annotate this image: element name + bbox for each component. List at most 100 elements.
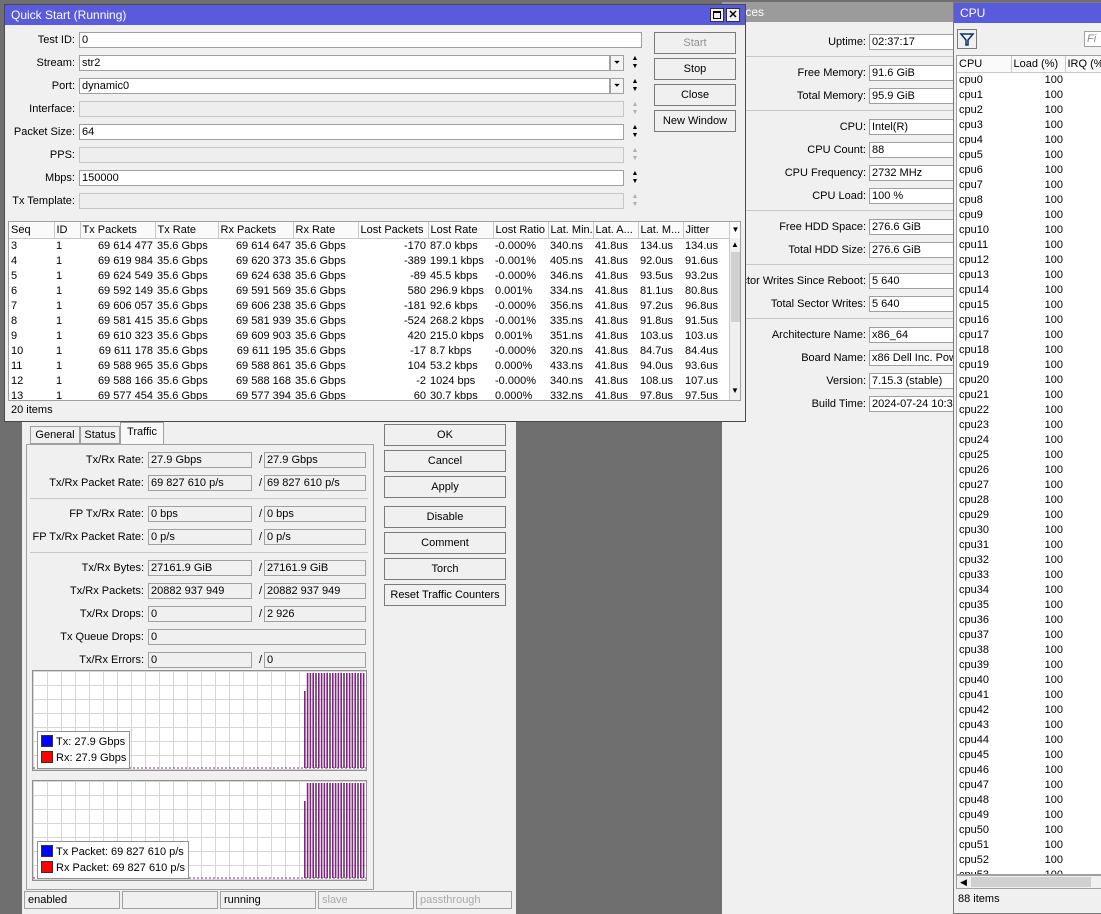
close-button[interactable]: Close	[654, 84, 736, 106]
table-row[interactable]: cpu48 100	[957, 793, 1101, 808]
pps-field[interactable]	[79, 147, 624, 163]
table-row[interactable]: 9 1 69 610 323 35.6 Gbps 69 609 903 35.6 Gbps…	[9, 329, 729, 344]
column-header[interactable]: Load (%)	[1011, 56, 1066, 73]
table-row[interactable]: cpu44 100	[957, 733, 1101, 748]
table-row[interactable]: cpu30 100	[957, 523, 1101, 538]
interface-field[interactable]	[79, 101, 624, 117]
start-button[interactable]: Start	[654, 32, 736, 54]
table-row[interactable]: cpu13 100	[957, 268, 1101, 283]
table-row[interactable]: cpu23 100	[957, 418, 1101, 433]
table-row[interactable]: cpu14 100	[957, 283, 1101, 298]
table-row[interactable]: cpu16 100	[957, 313, 1101, 328]
table-row[interactable]: cpu36 100	[957, 613, 1101, 628]
table-row[interactable]: cpu32 100	[957, 553, 1101, 568]
table-row[interactable]: cpu40 100	[957, 673, 1101, 688]
table-row[interactable]: 11 1 69 588 965 35.6 Gbps 69 588 861 35.6 Gbp…	[9, 359, 729, 374]
table-row[interactable]: cpu42 100	[957, 703, 1101, 718]
table-row[interactable]: 3 1 69 614 477 35.6 Gbps 69 614 647 35.6 Gbps…	[9, 238, 729, 254]
reset-traffic-counters-button[interactable]: Reset Traffic Counters	[384, 584, 506, 606]
column-header[interactable]: Jitter	[683, 222, 730, 239]
column-header[interactable]: Lat. A...	[593, 222, 639, 239]
table-row[interactable]: cpu41 100	[957, 688, 1101, 703]
table-row[interactable]: cpu0 100	[957, 72, 1101, 88]
scroll-thumb[interactable]	[731, 252, 740, 322]
table-row[interactable]: cpu19 100	[957, 358, 1101, 373]
table-row[interactable]: cpu12 100	[957, 253, 1101, 268]
up-down-icon[interactable]: ▲ ▼	[630, 170, 640, 186]
port-field[interactable]: dynamic0	[79, 78, 610, 94]
tab-general[interactable]: General	[30, 426, 80, 444]
table-row[interactable]: cpu20 100	[957, 373, 1101, 388]
filter-button[interactable]	[957, 29, 977, 49]
table-row[interactable]: cpu4 100	[957, 133, 1101, 148]
table-row[interactable]: cpu51 100	[957, 838, 1101, 853]
table-row[interactable]: cpu37 100	[957, 628, 1101, 643]
column-chooser-button[interactable]: ▼	[729, 222, 740, 238]
table-row[interactable]: cpu53 100	[957, 868, 1101, 875]
table-row[interactable]: cpu39 100	[957, 658, 1101, 673]
table-row[interactable]: cpu2 100	[957, 103, 1101, 118]
column-header[interactable]: Seq	[9, 222, 55, 239]
comment-button[interactable]: Comment	[384, 532, 506, 554]
table-row[interactable]: 13 1 69 577 454 35.6 Gbps 69 577 394 35.6 Gbp…	[9, 389, 729, 401]
table-row[interactable]: cpu15 100	[957, 298, 1101, 313]
table-row[interactable]: cpu25 100	[957, 448, 1101, 463]
column-header[interactable]: IRQ (%	[1065, 56, 1101, 73]
table-row[interactable]: 12 1 69 588 166 35.6 Gbps 69 588 168 35.6 Gbp…	[9, 374, 729, 389]
cpu-title-bar[interactable]: CPU	[954, 3, 1101, 23]
cpu-filter-input[interactable]: Fi	[1084, 31, 1101, 47]
table-row[interactable]: cpu10 100	[957, 223, 1101, 238]
stop-button[interactable]: Stop	[654, 58, 736, 80]
table-row[interactable]: 7 1 69 606 057 35.6 Gbps 69 606 238 35.6 Gbps…	[9, 299, 729, 314]
table-row[interactable]: cpu34 100	[957, 583, 1101, 598]
table-row[interactable]: 8 1 69 581 415 35.6 Gbps 69 581 939 35.6 Gbps…	[9, 314, 729, 329]
test-id-field[interactable]: 0	[79, 32, 642, 48]
apply-button[interactable]: Apply	[384, 476, 506, 498]
tab-traffic[interactable]: Traffic	[120, 422, 164, 444]
packet-size-field[interactable]: 64	[79, 124, 624, 140]
table-row[interactable]: cpu35 100	[957, 598, 1101, 613]
ok-button[interactable]: OK	[384, 424, 506, 446]
column-header[interactable]: Lat. Min.	[548, 222, 594, 239]
table-row[interactable]: cpu18 100	[957, 343, 1101, 358]
table-row[interactable]: cpu38 100	[957, 643, 1101, 658]
column-header[interactable]: CPU	[957, 56, 1012, 73]
column-header[interactable]: Rx Rate	[293, 222, 359, 239]
scroll-thumb[interactable]	[971, 877, 1091, 887]
table-row[interactable]: 6 1 69 592 149 35.6 Gbps 69 591 569 35.6 Gbps…	[9, 284, 729, 299]
cpu-hscrollbar[interactable]: ◀	[956, 875, 1101, 889]
table-row[interactable]: cpu52 100	[957, 853, 1101, 868]
mbps-field[interactable]: 150000	[79, 170, 624, 186]
up-down-icon[interactable]: ▲ ▼	[630, 78, 640, 94]
column-header[interactable]: Tx Packets	[80, 222, 156, 239]
table-row[interactable]: cpu11 100	[957, 238, 1101, 253]
up-down-icon[interactable]: ▲ ▼	[630, 124, 640, 140]
table-row[interactable]: cpu26 100	[957, 463, 1101, 478]
cancel-button[interactable]: Cancel	[384, 450, 506, 472]
column-header[interactable]: Lost Rate	[428, 222, 494, 239]
scroll-down-icon[interactable]: ▼	[731, 386, 739, 395]
table-row[interactable]: cpu29 100	[957, 508, 1101, 523]
table-row[interactable]: cpu24 100	[957, 433, 1101, 448]
column-header[interactable]: Lost Ratio	[493, 222, 549, 239]
disable-button[interactable]: Disable	[384, 506, 506, 528]
dropdown-button[interactable]: ⏷	[610, 55, 624, 71]
close-window-button[interactable]: ✕	[726, 8, 740, 22]
table-row[interactable]: cpu5 100	[957, 148, 1101, 163]
dropdown-button[interactable]: ⏷	[610, 78, 624, 94]
resources-title-bar[interactable]: ources	[722, 2, 954, 22]
table-row[interactable]: cpu21 100	[957, 388, 1101, 403]
tx-template-field[interactable]	[79, 193, 624, 209]
quick-start-title-bar[interactable]: Quick Start (Running)	[5, 5, 745, 25]
table-row[interactable]: cpu8 100	[957, 193, 1101, 208]
torch-button[interactable]: Torch	[384, 558, 506, 580]
table-row[interactable]: cpu22 100	[957, 403, 1101, 418]
table-row[interactable]: cpu33 100	[957, 568, 1101, 583]
table-row[interactable]: cpu27 100	[957, 478, 1101, 493]
table-row[interactable]: cpu50 100	[957, 823, 1101, 838]
table-row[interactable]: cpu3 100	[957, 118, 1101, 133]
table-row[interactable]: cpu28 100	[957, 493, 1101, 508]
column-header[interactable]: Lost Packets	[358, 222, 429, 239]
table-row[interactable]: cpu7 100	[957, 178, 1101, 193]
table-row[interactable]: cpu6 100	[957, 163, 1101, 178]
